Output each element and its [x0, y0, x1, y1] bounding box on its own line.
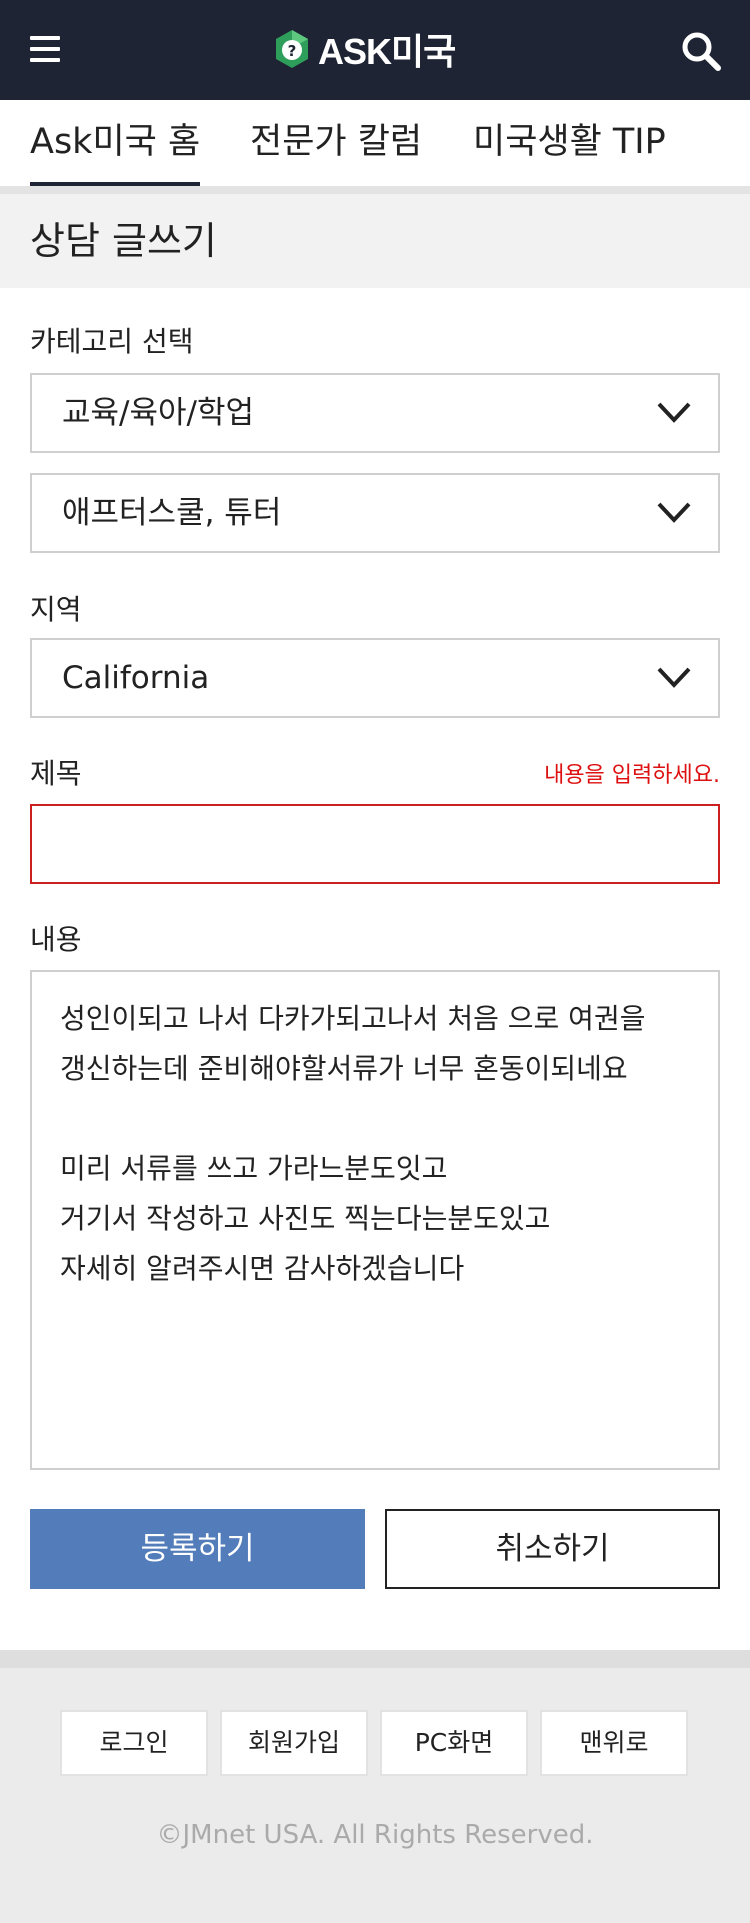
content-textarea[interactable]: 성인이되고 나서 다카가되고나서 처음 으로 여권을 갱신하는데 준비해야할서류…	[30, 970, 720, 1470]
content-line: 자세히 알려주시면 감사하겠습니다	[60, 1252, 465, 1285]
chevron-down-icon	[657, 402, 691, 423]
category-secondary-value: 애프터스쿨, 튜터	[62, 495, 282, 531]
content-line: 미리 서류를 쓰고 가라느분도잇고	[60, 1152, 448, 1185]
title-error-message: 내용을 입력하세요.	[544, 763, 720, 788]
footer-login-button[interactable]: 로그인	[60, 1710, 208, 1776]
top-header: ? ASK미국	[0, 0, 750, 100]
submit-button[interactable]: 등록하기	[30, 1509, 365, 1589]
region-value: California	[62, 660, 210, 696]
content-line	[60, 1094, 690, 1144]
category-label: 카테고리 선택	[30, 325, 194, 358]
title-label: 제목	[30, 757, 82, 790]
logo-mark-icon: ?	[272, 28, 312, 70]
content-line: 갱신하는데 준비해야할서류가 너무 혼동이되네요	[60, 1052, 628, 1085]
title-band: 상담 글쓰기	[0, 194, 750, 288]
tab-expert-column[interactable]: 전문가 칼럼	[250, 100, 422, 186]
logo-mark-char: ?	[288, 42, 297, 60]
footer	[0, 1650, 750, 1923]
chevron-down-icon	[657, 502, 691, 523]
hamburger-menu-icon[interactable]	[30, 36, 60, 62]
category-primary-value: 교육/육아/학업	[62, 395, 255, 431]
content-line: 거기서 작성하고 사진도 찍는다는분도있고	[60, 1202, 551, 1235]
search-icon[interactable]	[680, 30, 722, 72]
divider	[0, 186, 750, 194]
footer-to-top-button[interactable]: 맨위로	[540, 1710, 688, 1776]
region-select[interactable]: California	[30, 638, 720, 718]
chevron-down-icon	[657, 667, 691, 688]
tab-us-life-tip[interactable]: 미국생활 TIP	[473, 100, 666, 186]
category-secondary-select[interactable]: 애프터스쿨, 튜터	[30, 473, 720, 553]
nav-tabs: Ask미국 홈 전문가 칼럼 미국생활 TIP	[0, 100, 750, 186]
logo-text: ASK미국	[318, 31, 456, 72]
footer-pc-view-button[interactable]: PC화면	[380, 1710, 528, 1776]
category-primary-select[interactable]: 교육/육아/학업	[30, 373, 720, 453]
cancel-button[interactable]: 취소하기	[385, 1509, 720, 1589]
tab-ask-home[interactable]: Ask미국 홈	[30, 100, 201, 186]
page-title: 상담 글쓰기	[30, 219, 217, 263]
copyright-text: ©JMnet USA. All Rights Reserved.	[156, 1820, 594, 1850]
footer-signup-button[interactable]: 회원가입	[220, 1710, 368, 1776]
footer-divider	[0, 1650, 750, 1668]
content-label: 내용	[30, 923, 82, 956]
site-logo[interactable]: ? ASK미국	[272, 26, 456, 72]
region-label: 지역	[30, 593, 82, 626]
title-input[interactable]	[30, 804, 720, 884]
content-line: 성인이되고 나서 다카가되고나서 처음 으로 여권을	[60, 1002, 646, 1035]
